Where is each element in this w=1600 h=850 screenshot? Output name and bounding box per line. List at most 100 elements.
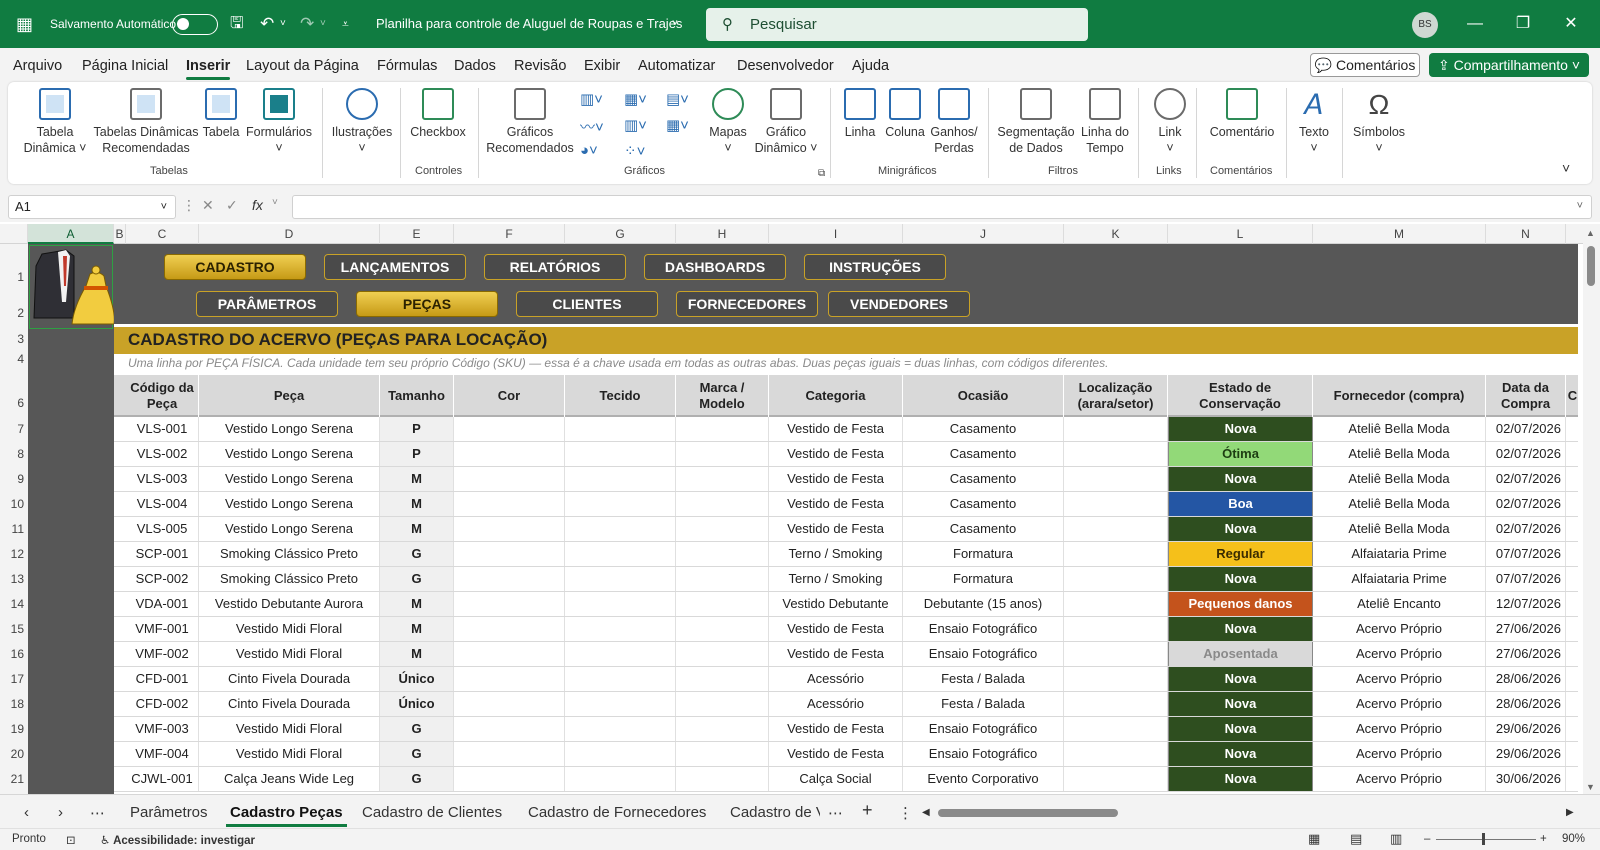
header-tamanho[interactable]: Tamanho (380, 375, 454, 417)
column-header-n[interactable]: N (1486, 224, 1566, 244)
zoom-slider-thumb[interactable] (1482, 833, 1485, 845)
row-header[interactable]: 11 (0, 522, 28, 536)
cell-data-compra[interactable]: 29/06/2026 (1486, 742, 1566, 766)
cell-localizacao[interactable] (1064, 442, 1168, 466)
status-badge[interactable]: Regular (1168, 542, 1313, 566)
tab-overflow-icon[interactable]: ⋯ (828, 804, 843, 822)
cell-tecido[interactable] (565, 742, 676, 766)
cell-categoria[interactable]: Acessório (769, 692, 903, 716)
cell-peca[interactable]: Vestido Longo Serena (199, 517, 380, 541)
cell-cor[interactable] (454, 592, 565, 616)
cell-codigo[interactable]: VLS-004 (126, 492, 199, 516)
row-header[interactable]: 20 (0, 747, 28, 761)
symbols-button[interactable]: Ω Símbolos ˅ (1350, 86, 1408, 156)
scatter-chart-icon[interactable]: ⁘˅ (624, 142, 645, 160)
nav-fornecedores-button[interactable]: FORNECEDORES (676, 291, 818, 317)
cell-ocasiao[interactable]: Casamento (903, 442, 1064, 466)
row-header[interactable]: 4 (0, 352, 28, 366)
cell-fornecedor[interactable]: Acervo Próprio (1313, 742, 1486, 766)
cell-tamanho[interactable]: M (380, 467, 454, 491)
charts-launcher-icon[interactable]: ⧉ (818, 168, 825, 179)
cell-peca[interactable]: Cinto Fivela Dourada (199, 667, 380, 691)
cell-codigo[interactable]: CFD-001 (126, 667, 199, 691)
customize-toolbar-icon[interactable]: ⩡ (342, 0, 349, 48)
comments-button[interactable]: 💬 Comentários (1310, 53, 1420, 77)
column-header-j[interactable]: J (903, 224, 1064, 244)
cell-fornecedor[interactable]: Acervo Próprio (1313, 767, 1486, 791)
column-header-f[interactable]: F (454, 224, 565, 244)
cell-peca[interactable]: Vestido Midi Floral (199, 617, 380, 641)
menu-dados[interactable]: Dados (454, 58, 496, 74)
cell-data-compra[interactable]: 02/07/2026 (1486, 442, 1566, 466)
redo-dropdown-icon[interactable]: ˅ (320, 0, 326, 48)
menu-layout[interactable]: Layout da Página (246, 58, 359, 74)
menu-ajuda[interactable]: Ajuda (852, 58, 889, 74)
column-header-k[interactable]: K (1064, 224, 1168, 244)
sparkline-column-button[interactable]: Coluna (884, 88, 926, 140)
cell-peca[interactable]: Smoking Clássico Preto (199, 567, 380, 591)
cell-tamanho[interactable]: M (380, 617, 454, 641)
row-header[interactable]: 14 (0, 597, 28, 611)
cell-ocasiao[interactable]: Formatura (903, 542, 1064, 566)
menu-automatizar[interactable]: Automatizar (638, 58, 715, 74)
cell-ocasiao[interactable]: Ensaio Fotográfico (903, 617, 1064, 641)
menu-desenvolvedor[interactable]: Desenvolvedor (737, 58, 834, 74)
cell-localizacao[interactable] (1064, 667, 1168, 691)
cell-categoria[interactable]: Vestido de Festa (769, 467, 903, 491)
cell-peca[interactable]: Smoking Clássico Preto (199, 542, 380, 566)
row-header[interactable]: 18 (0, 697, 28, 711)
zoom-out-icon[interactable]: – (1424, 833, 1430, 845)
cell-fornecedor[interactable]: Acervo Próprio (1313, 667, 1486, 691)
cell-data-compra[interactable]: 30/06/2026 (1486, 767, 1566, 791)
cell-marca[interactable] (676, 492, 769, 516)
cell-tecido[interactable] (565, 467, 676, 491)
waterfall-chart-icon[interactable]: ▤˅ (666, 90, 689, 108)
formula-input[interactable]: ˅ (292, 195, 1592, 219)
cell-codigo[interactable]: SCP-001 (126, 542, 199, 566)
menu-inserir[interactable]: Inserir (186, 58, 231, 80)
tab-cadastro-fornecedores[interactable]: Cadastro de Fornecedores (528, 804, 706, 821)
cell-tamanho[interactable]: G (380, 542, 454, 566)
cell-fornecedor[interactable]: Ateliê Bella Moda (1313, 517, 1486, 541)
cell-peca[interactable]: Vestido Midi Floral (199, 742, 380, 766)
cell-tecido[interactable] (565, 417, 676, 441)
cell-marca[interactable] (676, 617, 769, 641)
cell-marca[interactable] (676, 717, 769, 741)
nav-vendedores-button[interactable]: VENDEDORES (828, 291, 970, 317)
cell-ocasiao[interactable]: Casamento (903, 517, 1064, 541)
hierarchy-chart-icon[interactable]: ▦˅ (624, 90, 647, 108)
cell-fornecedor[interactable]: Alfaiataria Prime (1313, 542, 1486, 566)
cell-tamanho[interactable]: Único (380, 667, 454, 691)
row-header[interactable]: 6 (0, 396, 28, 410)
cell-ocasiao[interactable]: Evento Corporativo (903, 767, 1064, 791)
zoom-level[interactable]: 90% (1562, 833, 1585, 845)
cell-peca[interactable]: Calça Jeans Wide Leg (199, 767, 380, 791)
status-badge[interactable]: Nova (1168, 517, 1313, 541)
cell-data-compra[interactable]: 29/06/2026 (1486, 717, 1566, 741)
tab-cadastro-clientes[interactable]: Cadastro de Clientes (362, 804, 502, 821)
row-header[interactable]: 21 (0, 772, 28, 786)
sparkline-line-button[interactable]: Linha (840, 88, 880, 140)
cell-categoria[interactable]: Acessório (769, 667, 903, 691)
cell-cor[interactable] (454, 442, 565, 466)
add-sheet-icon[interactable]: + (862, 800, 873, 821)
status-badge[interactable]: Nova (1168, 617, 1313, 641)
cell-fornecedor[interactable]: Acervo Próprio (1313, 692, 1486, 716)
column-header-e[interactable]: E (380, 224, 454, 244)
cell-tamanho[interactable]: G (380, 717, 454, 741)
checkbox-button[interactable]: Checkbox (408, 88, 468, 140)
cell-codigo[interactable]: VMF-001 (126, 617, 199, 641)
cell-codigo[interactable]: VMF-004 (126, 742, 199, 766)
cell-cor[interactable] (454, 692, 565, 716)
zoom-slider[interactable] (1436, 839, 1536, 840)
cell-tamanho[interactable]: P (380, 442, 454, 466)
cell-localizacao[interactable] (1064, 742, 1168, 766)
header-codigo[interactable]: Código da Peça (126, 375, 199, 417)
cell-ocasiao[interactable]: Casamento (903, 467, 1064, 491)
cell-fornecedor[interactable]: Ateliê Bella Moda (1313, 492, 1486, 516)
cell-categoria[interactable]: Vestido Debutante (769, 592, 903, 616)
cell-codigo[interactable]: VLS-005 (126, 517, 199, 541)
title-dropdown-icon[interactable]: ˅ (672, 0, 678, 48)
avatar[interactable]: BS (1412, 12, 1438, 38)
scroll-down-icon[interactable]: ▼ (1586, 782, 1595, 792)
